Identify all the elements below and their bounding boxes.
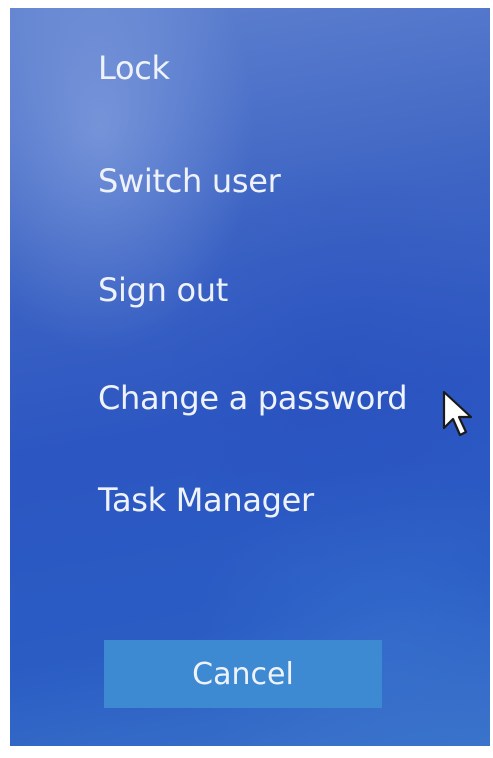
mouse-pointer-icon: [442, 390, 473, 437]
menu-item-switch-user[interactable]: Switch user: [98, 161, 281, 201]
menu-item-task-manager[interactable]: Task Manager: [98, 480, 314, 520]
cancel-button-label: Cancel: [192, 656, 294, 692]
menu-item-lock[interactable]: Lock: [98, 48, 170, 88]
menu-item-change-password[interactable]: Change a password: [98, 378, 408, 418]
menu-item-sign-out[interactable]: Sign out: [98, 270, 228, 310]
security-options-screen: Lock Switch user Sign out Change a passw…: [10, 8, 490, 746]
cancel-button[interactable]: Cancel: [104, 640, 382, 708]
